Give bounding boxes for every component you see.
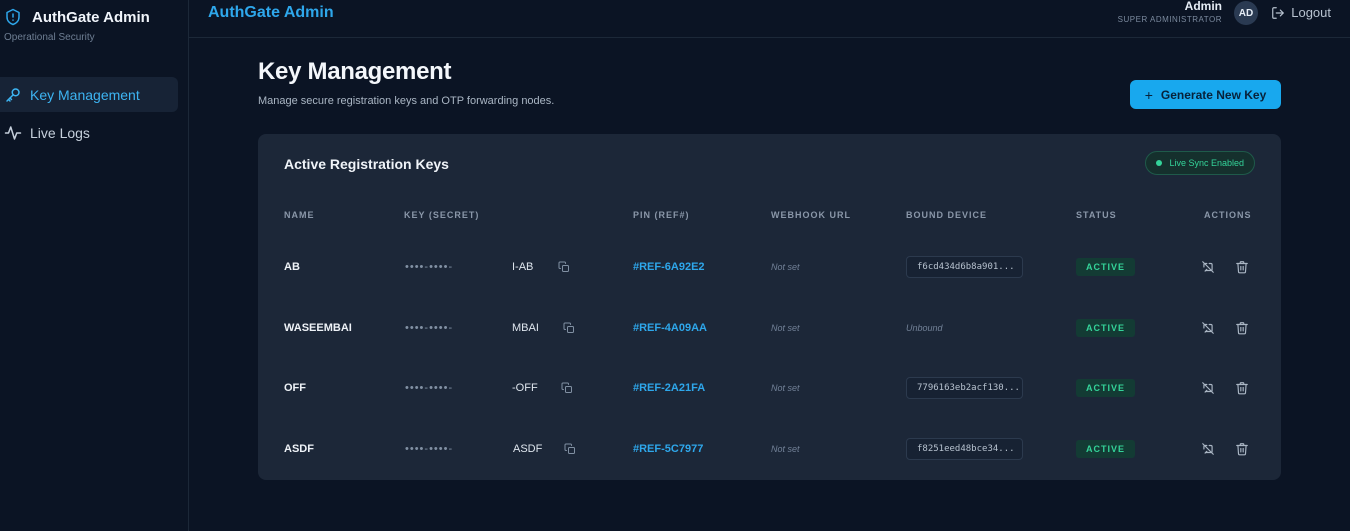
pin-ref[interactable]: #REF-4A09AA [633, 322, 707, 334]
key-suffix: MBAI [512, 322, 539, 334]
card-title: Active Registration Keys [284, 156, 449, 172]
logout-button[interactable]: Logout [1271, 5, 1331, 20]
status-badge: ACTIVE [1076, 379, 1136, 397]
column-header-status: STATUS [1076, 210, 1117, 220]
sync-badge-label: Live Sync Enabled [1169, 158, 1244, 168]
unbind-device-icon[interactable] [1201, 442, 1215, 456]
sidebar-item-label: Live Logs [30, 124, 90, 141]
key-name: AB [284, 261, 300, 273]
top-header: AuthGate Admin Admin SUPER ADMINISTRATOR… [189, 0, 1350, 38]
webhook-url: Not set [771, 323, 800, 333]
webhook-url: Not set [771, 262, 800, 272]
copy-icon[interactable] [558, 261, 570, 273]
trash-icon[interactable] [1235, 442, 1249, 456]
column-header-webhook: WEBHOOK URL [771, 210, 851, 220]
key-name: OFF [284, 382, 306, 394]
live-sync-badge: Live Sync Enabled [1145, 151, 1255, 175]
pin-ref[interactable]: #REF-2A21FA [633, 382, 705, 394]
table-row: OFF ••••-••••- -OFF #REF-2A21FA Not set … [258, 363, 1281, 413]
key-suffix: I-AB [512, 261, 534, 273]
generate-new-key-button[interactable]: + Generate New Key [1130, 80, 1281, 109]
status-dot-icon [1156, 160, 1163, 166]
pin-ref[interactable]: #REF-6A92E2 [633, 261, 705, 273]
column-header-actions: ACTIONS [1204, 210, 1252, 220]
column-header-pin: PIN (REF#) [633, 210, 690, 220]
sidebar-item-live-logs[interactable]: Live Logs [0, 115, 178, 150]
key-mask: ••••-••••- [405, 261, 454, 273]
key-suffix: ASDF [513, 443, 543, 455]
unbind-device-icon[interactable] [1201, 260, 1215, 274]
page-subtitle: Manage secure registration keys and OTP … [258, 95, 555, 107]
unbind-device-icon[interactable] [1201, 321, 1215, 335]
column-header-name: NAME [284, 210, 315, 220]
status-badge: ACTIVE [1076, 440, 1136, 458]
key-name: ASDF [284, 443, 314, 455]
key-suffix: -OFF [512, 382, 538, 394]
sidebar-item-label: Key Management [30, 86, 140, 103]
column-header-key: KEY (SECRET) [404, 210, 480, 220]
bound-device: 7796163eb2acf130... [906, 377, 1023, 399]
plus-icon: + [1144, 86, 1153, 103]
brand: AuthGate Admin [4, 8, 150, 26]
key-mask: ••••-••••- [405, 443, 454, 455]
logout-label: Logout [1291, 5, 1331, 20]
key-mask: ••••-••••- [405, 322, 454, 334]
bound-device: Unbound [906, 323, 943, 333]
table-row: AB ••••-••••- I-AB #REF-6A92E2 Not set f… [258, 242, 1281, 292]
key-mask: ••••-••••- [405, 382, 454, 394]
keys-card: Active Registration Keys Live Sync Enabl… [258, 134, 1281, 480]
brand-subtitle: Operational Security [4, 32, 95, 43]
table-row: ASDF ••••-••••- ASDF #REF-5C7977 Not set… [258, 424, 1281, 474]
status-badge: ACTIVE [1076, 258, 1136, 276]
key-icon [4, 86, 22, 104]
copy-icon[interactable] [561, 382, 573, 394]
user-info: Admin SUPER ADMINISTRATOR [1118, 0, 1222, 24]
copy-icon[interactable] [563, 322, 575, 334]
user-role: SUPER ADMINISTRATOR [1117, 15, 1222, 24]
key-name: WASEEMBAI [284, 322, 352, 334]
logout-icon [1271, 6, 1285, 20]
bound-device: f8251eed48bce34... [906, 438, 1023, 460]
sidebar-item-key-management[interactable]: Key Management [0, 77, 178, 112]
status-badge: ACTIVE [1076, 319, 1136, 337]
webhook-url: Not set [771, 444, 800, 454]
header-title: AuthGate Admin [208, 4, 334, 21]
column-header-device: BOUND DEVICE [906, 210, 988, 220]
table-row: WASEEMBAI ••••-••••- MBAI #REF-4A09AA No… [258, 303, 1281, 353]
generate-button-label: Generate New Key [1160, 87, 1267, 102]
webhook-url: Not set [771, 383, 800, 393]
brand-name: AuthGate Admin [32, 8, 150, 26]
pin-ref[interactable]: #REF-5C7977 [633, 443, 703, 455]
bound-device: f6cd434d6b8a901... [906, 256, 1023, 278]
trash-icon[interactable] [1235, 321, 1249, 335]
user-name: Admin [1184, 0, 1222, 13]
avatar[interactable]: AD [1234, 1, 1258, 25]
shield-icon [4, 8, 22, 26]
trash-icon[interactable] [1235, 260, 1249, 274]
activity-icon [4, 124, 22, 142]
unbind-device-icon[interactable] [1201, 381, 1215, 395]
copy-icon[interactable] [564, 443, 576, 455]
page-title: Key Management [258, 58, 452, 85]
sidebar: AuthGate Admin Operational Security Key … [0, 0, 189, 531]
trash-icon[interactable] [1235, 381, 1249, 395]
